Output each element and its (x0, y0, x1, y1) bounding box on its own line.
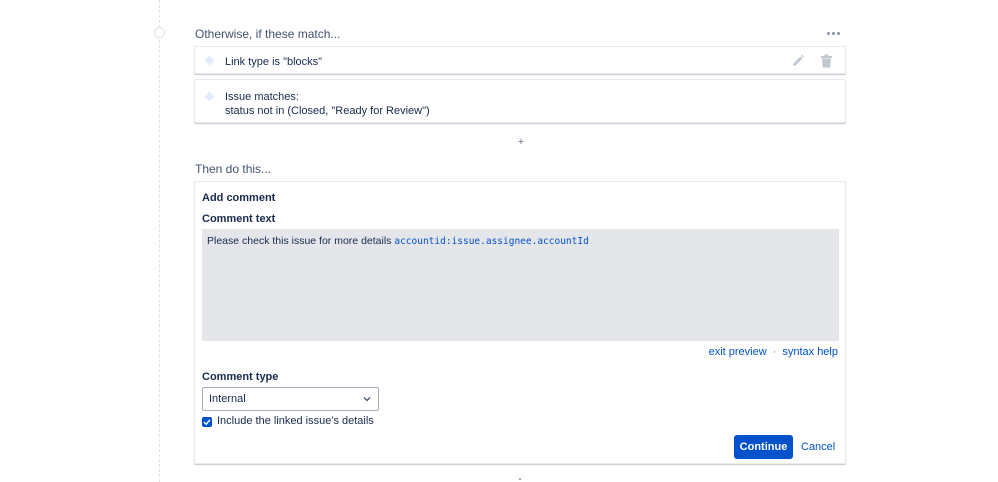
checkmark-icon (203, 419, 211, 426)
comment-preview-text: Please check this issue for more details (207, 235, 395, 247)
actions-heading: Then do this... (195, 162, 272, 176)
comment-type-label: Comment type (202, 371, 279, 383)
condition-card-issue-matches[interactable]: Issue matches: status not in (Closed, "R… (194, 79, 846, 123)
action-title: Add comment (202, 192, 276, 204)
syntax-help-link[interactable]: syntax help (782, 346, 838, 358)
include-linked-checkbox[interactable] (202, 417, 212, 427)
link-separator: · (772, 346, 777, 358)
condition-card-link-type[interactable]: Link type is "blocks" (194, 46, 846, 74)
comment-type-value: Internal (209, 393, 246, 405)
conditions-heading: Otherwise, if these match... (195, 27, 341, 41)
chevron-down-icon (363, 397, 371, 402)
more-horizontal-icon[interactable] (827, 28, 843, 38)
timeline-line (159, 0, 160, 482)
include-linked-label: Include the linked issue's details (217, 415, 374, 427)
condition-diamond-icon (204, 91, 215, 102)
comment-type-select[interactable]: Internal (202, 387, 379, 411)
continue-button[interactable]: Continue (734, 435, 793, 459)
condition-label-line1: Issue matches: (225, 91, 299, 103)
comment-preview[interactable]: Please check this issue for more details… (202, 229, 839, 341)
add-component-button[interactable]: + (516, 136, 526, 148)
condition-label-line2: status not in (Closed, "Ready for Review… (225, 105, 430, 117)
pencil-icon[interactable] (791, 54, 805, 68)
preview-links: exit preview · syntax help (709, 346, 838, 358)
smart-value: accountid:issue.assignee.accountId (394, 236, 589, 247)
condition-label: Link type is "blocks" (225, 56, 323, 68)
timeline-node (154, 27, 165, 38)
trash-icon[interactable] (820, 54, 833, 68)
exit-preview-link[interactable]: exit preview (709, 346, 767, 358)
comment-text-label: Comment text (202, 213, 276, 225)
add-comment-card: Add comment Comment text Please check th… (194, 181, 846, 464)
cancel-button[interactable]: Cancel (801, 435, 835, 459)
next-step-indicator (519, 478, 521, 480)
condition-diamond-icon (204, 55, 215, 66)
